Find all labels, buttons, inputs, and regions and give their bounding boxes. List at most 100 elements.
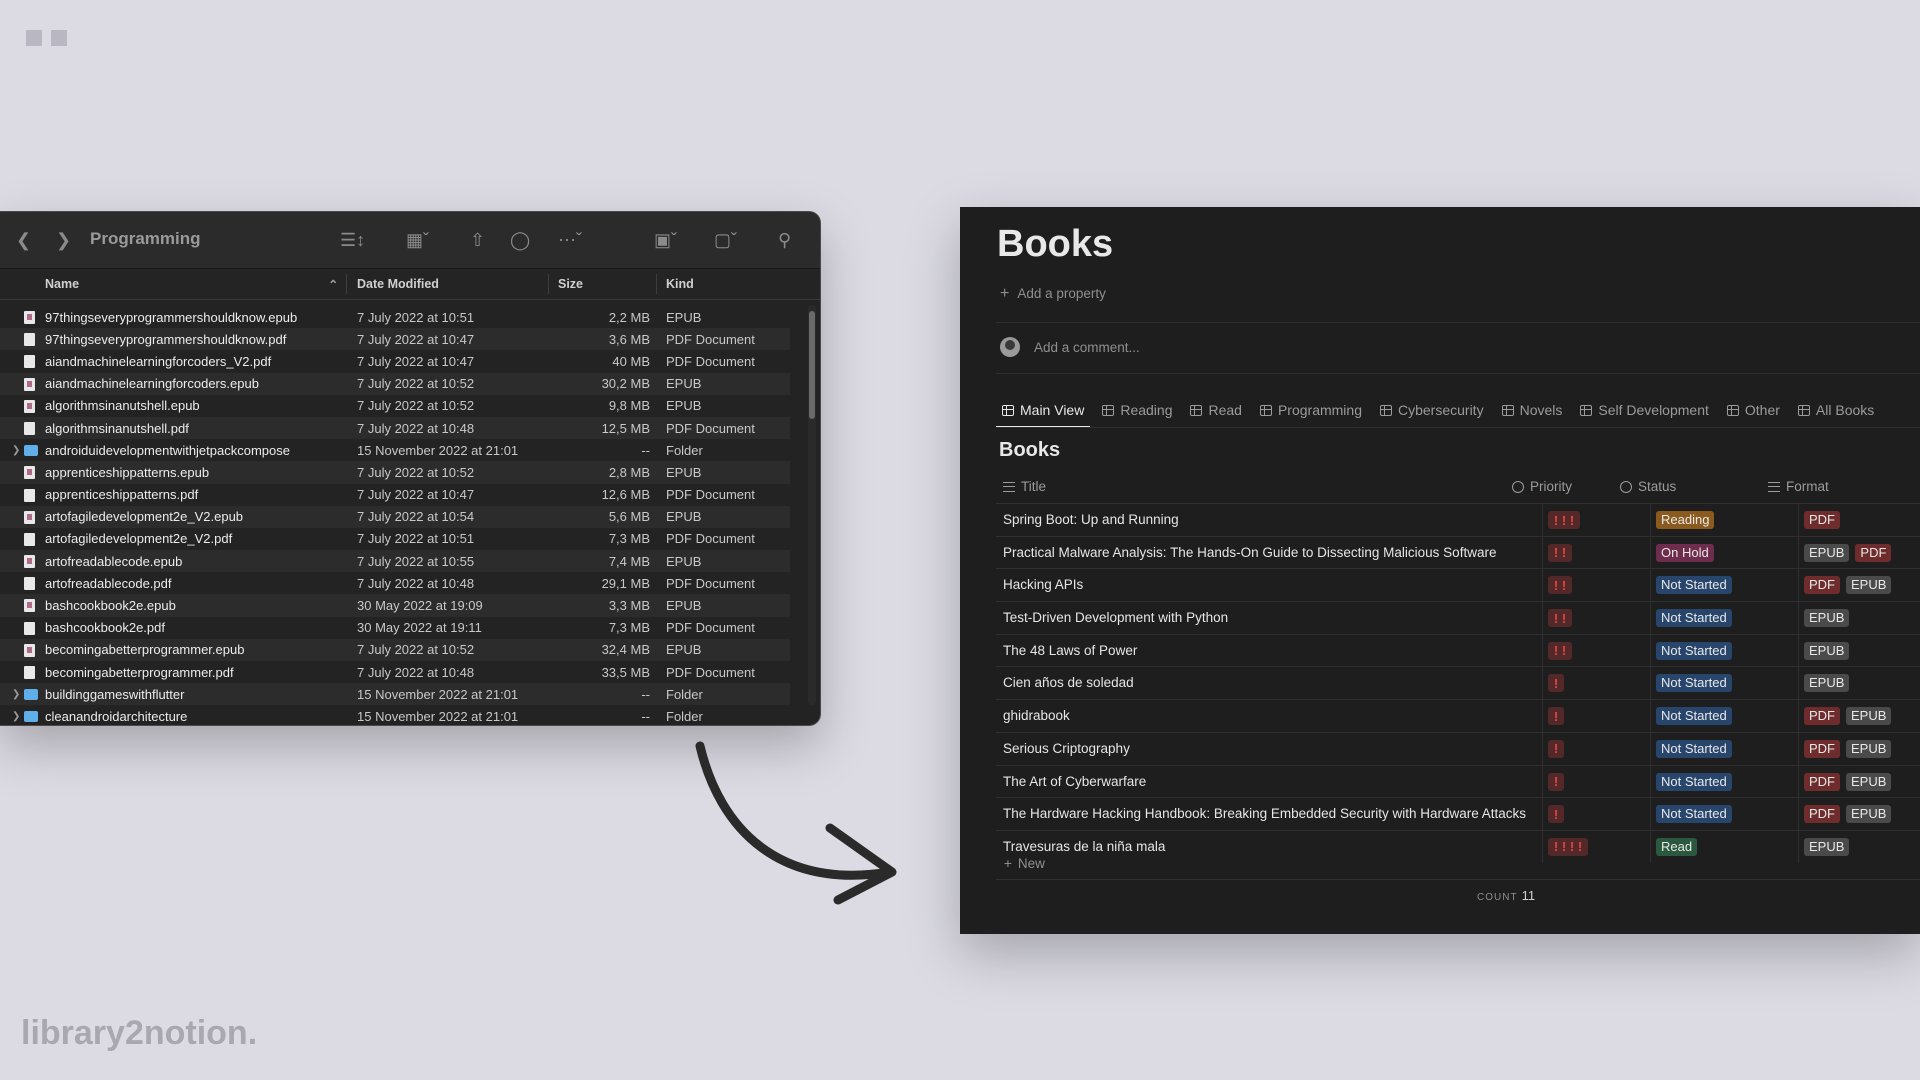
list-view-icon[interactable]: ☰↕ [340,229,365,251]
col-size[interactable]: Size [558,277,583,291]
status-badge[interactable]: Not Started [1656,805,1732,824]
add-property-button[interactable]: + Add a property [1000,285,1106,303]
tab-self-development[interactable]: Self Development [1574,393,1715,427]
format-tags[interactable]: PDF EPUB [1804,772,1892,791]
scrollbar[interactable] [808,305,816,705]
file-row[interactable]: becomingabetterprogrammer.pdf 7 July 2022… [0,661,790,683]
col-status[interactable]: Status [1620,479,1676,494]
format-tags[interactable]: EPUB [1804,641,1850,660]
tab-programming[interactable]: Programming [1254,393,1368,427]
table-row[interactable]: Practical Malware Analysis: The Hands-On… [996,535,1920,569]
col-format[interactable]: Format [1768,479,1829,494]
disclosure-chevron-icon[interactable]: ❯ [12,711,20,722]
format-tags[interactable]: EPUB [1804,609,1850,628]
format-tags[interactable]: PDF [1804,511,1840,529]
book-title[interactable]: Hacking APIs [1003,577,1083,592]
scroll-thumb[interactable] [809,311,815,419]
file-row[interactable]: bashcookbook2e.epub 30 May 2022 at 19:09 3… [0,594,790,617]
file-row[interactable]: ❯ cleanandroidarchitecture 15 November 202… [0,705,790,725]
table-row[interactable]: Hacking APIs!! Not Started PDF EPUB [996,568,1920,601]
file-row[interactable]: artofreadablecode.epub 7 July 2022 at 10:… [0,550,790,573]
book-title[interactable]: Practical Malware Analysis: The Hands-On… [1003,545,1496,560]
preview-icon[interactable]: ▢ˇ [714,229,737,251]
file-row[interactable]: algorithmsinanutshell.epub 7 July 2022 at… [0,395,790,417]
forward-icon[interactable]: ❯ [56,229,71,251]
table-row[interactable]: Test-Driven Development with Python!! Not… [996,601,1920,634]
file-row[interactable]: becomingabetterprogrammer.epub 7 July 202… [0,638,790,661]
file-row[interactable]: apprenticeshippatterns.epub 7 July 2022 a… [0,461,790,484]
book-title[interactable]: Serious Criptography [1003,741,1130,756]
disclosure-chevron-icon[interactable]: ❯ [12,689,20,700]
tab-all-books[interactable]: All Books [1792,393,1880,427]
file-row[interactable]: ❯ buildinggameswithflutter 15 November 202… [0,683,790,706]
priority-badge[interactable]: !!!! [1548,837,1588,856]
col-title[interactable]: Title [1003,479,1046,494]
priority-badge[interactable]: !! [1548,576,1572,595]
table-row[interactable]: The Hardware Hacking Handbook: Breaking … [996,797,1920,830]
status-badge[interactable]: On Hold [1656,543,1714,562]
new-row-button[interactable]: + New [1004,856,1045,871]
file-row[interactable]: artofagiledevelopment2e_V2.epub 7 July 20… [0,505,790,528]
priority-badge[interactable]: !! [1548,641,1572,660]
priority-badge[interactable]: !! [1548,609,1572,628]
book-title[interactable]: ghidrabook [1003,708,1070,723]
status-badge[interactable]: Not Started [1656,674,1732,693]
tab-main-view[interactable]: Main View [996,393,1091,428]
more-icon[interactable]: ⋯ˇ [558,229,582,251]
book-title[interactable]: Travesuras de la niña mala [1003,839,1165,854]
database-title[interactable]: Books [999,439,1060,462]
back-icon[interactable]: ❮ [16,229,31,251]
view-options-icon[interactable]: ▣ˇ [654,229,677,251]
book-title[interactable]: Cien años de soledad [1003,675,1134,690]
file-row[interactable]: algorithmsinanutshell.pdf 7 July 2022 at … [0,416,790,440]
search-icon[interactable]: ⚲ [778,229,791,251]
col-date[interactable]: Date Modified [357,277,439,291]
col-kind[interactable]: Kind [666,277,694,291]
format-tags[interactable]: EPUB [1804,837,1850,856]
priority-badge[interactable]: ! [1548,739,1564,758]
tab-novels[interactable]: Novels [1496,393,1569,427]
file-row[interactable]: 97thingseveryprogrammershouldknow.pdf 7 J… [0,328,790,351]
grid-view-icon[interactable]: ▦ˇ [406,229,429,251]
priority-badge[interactable]: ! [1548,707,1564,726]
priority-badge[interactable]: !! [1548,543,1572,562]
table-row[interactable]: Travesuras de la niña mala!!!! Read EPUB [996,829,1920,863]
status-badge[interactable]: Not Started [1656,576,1732,595]
table-row[interactable]: Cien años de soledad! Not Started EPUB [996,666,1920,699]
format-tags[interactable]: PDF EPUB [1804,707,1892,726]
status-badge[interactable]: Not Started [1656,772,1732,791]
status-badge[interactable]: Not Started [1656,641,1732,660]
table-row[interactable]: ghidrabook! Not Started PDF EPUB [996,699,1920,732]
tab-reading[interactable]: Reading [1096,393,1178,427]
priority-badge[interactable]: ! [1548,805,1564,824]
file-row[interactable]: 97thingseveryprogrammershouldknow.epub 7 … [0,306,790,328]
table-row[interactable]: Serious Criptography! Not Started PDF EPUB [996,731,1920,765]
file-row[interactable]: artofagiledevelopment2e_V2.pdf 7 July 202… [0,528,790,550]
format-tags[interactable]: EPUB PDF [1804,543,1892,562]
status-badge[interactable]: Not Started [1656,739,1732,758]
format-tags[interactable]: PDF EPUB [1804,805,1892,824]
status-badge[interactable]: Not Started [1656,707,1732,726]
col-priority[interactable]: Priority [1512,479,1572,494]
file-row[interactable]: bashcookbook2e.pdf 30 May 2022 at 19:11 7,… [0,617,790,639]
col-name[interactable]: Name [45,277,79,291]
format-tags[interactable]: PDF EPUB [1804,739,1892,758]
tab-other[interactable]: Other [1721,393,1786,427]
priority-badge[interactable]: ! [1548,772,1564,791]
status-badge[interactable]: Not Started [1656,609,1732,628]
disclosure-chevron-icon[interactable]: ❯ [12,445,20,456]
file-row[interactable]: apprenticeshippatterns.pdf 7 July 2022 at… [0,484,790,506]
status-badge[interactable]: Reading [1656,511,1715,529]
format-tags[interactable]: EPUB [1804,674,1850,693]
priority-badge[interactable]: ! [1548,674,1564,693]
table-row[interactable]: Spring Boot: Up and Running!!! Reading PDF [996,503,1920,536]
priority-badge[interactable]: !!! [1548,511,1580,529]
page-title[interactable]: Books [997,223,1113,266]
tab-read[interactable]: Read [1184,393,1247,427]
book-title[interactable]: Spring Boot: Up and Running [1003,512,1179,527]
book-title[interactable]: The Art of Cyberwarfare [1003,774,1146,789]
book-title[interactable]: The 48 Laws of Power [1003,643,1137,658]
file-row[interactable]: ❯ androiduidevelopmentwithjetpackcompose 1… [0,439,790,461]
table-row[interactable]: The Art of Cyberwarfare! Not Started PDF EP… [996,764,1920,798]
tag-icon[interactable]: ◯ [510,229,530,251]
